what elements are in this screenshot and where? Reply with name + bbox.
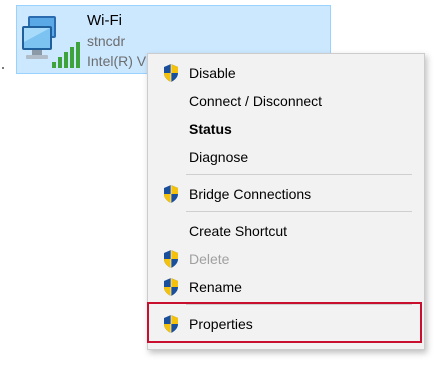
menu-item-bridge-connections[interactable]: Bridge Connections (152, 180, 420, 208)
menu-separator (186, 174, 412, 175)
menu-item-status[interactable]: Status (152, 115, 420, 143)
menu-item-label: Delete (189, 251, 230, 267)
wireless-network-adapter-icon (22, 16, 80, 68)
menu-item-diagnose[interactable]: Diagnose (152, 143, 420, 171)
menu-item-label: Properties (189, 316, 253, 332)
menu-separator (186, 304, 412, 305)
menu-item-label: Create Shortcut (189, 223, 288, 239)
uac-shield-icon (164, 185, 178, 203)
uac-shield-icon (164, 278, 178, 296)
uac-shield-icon (164, 315, 178, 333)
adapter-ssid: stncdr (87, 33, 126, 49)
menu-item-label: Rename (189, 279, 242, 295)
uac-shield-icon (164, 64, 178, 82)
uac-shield-icon (164, 250, 178, 268)
stray-dot (2, 67, 4, 69)
menu-item-label: Connect / Disconnect (189, 93, 323, 109)
menu-item-rename[interactable]: Rename (152, 273, 420, 301)
menu-item-label: Diagnose (189, 149, 249, 165)
menu-item-connect-disconnect[interactable]: Connect / Disconnect (152, 87, 420, 115)
menu-item-label: Status (189, 121, 232, 137)
adapter-driver: Intel(R) V (87, 53, 147, 69)
menu-item-label: Bridge Connections (189, 186, 312, 202)
menu-item-properties[interactable]: Properties (152, 310, 420, 338)
menu-item-disable[interactable]: Disable (152, 59, 420, 87)
menu-item-create-shortcut[interactable]: Create Shortcut (152, 217, 420, 245)
adapter-name: Wi-Fi (87, 12, 122, 29)
menu-item-delete[interactable]: Delete (152, 245, 420, 273)
context-menu: Disable Connect / Disconnect Status Diag… (147, 53, 425, 350)
menu-item-label: Disable (189, 65, 236, 81)
menu-separator (186, 211, 412, 212)
